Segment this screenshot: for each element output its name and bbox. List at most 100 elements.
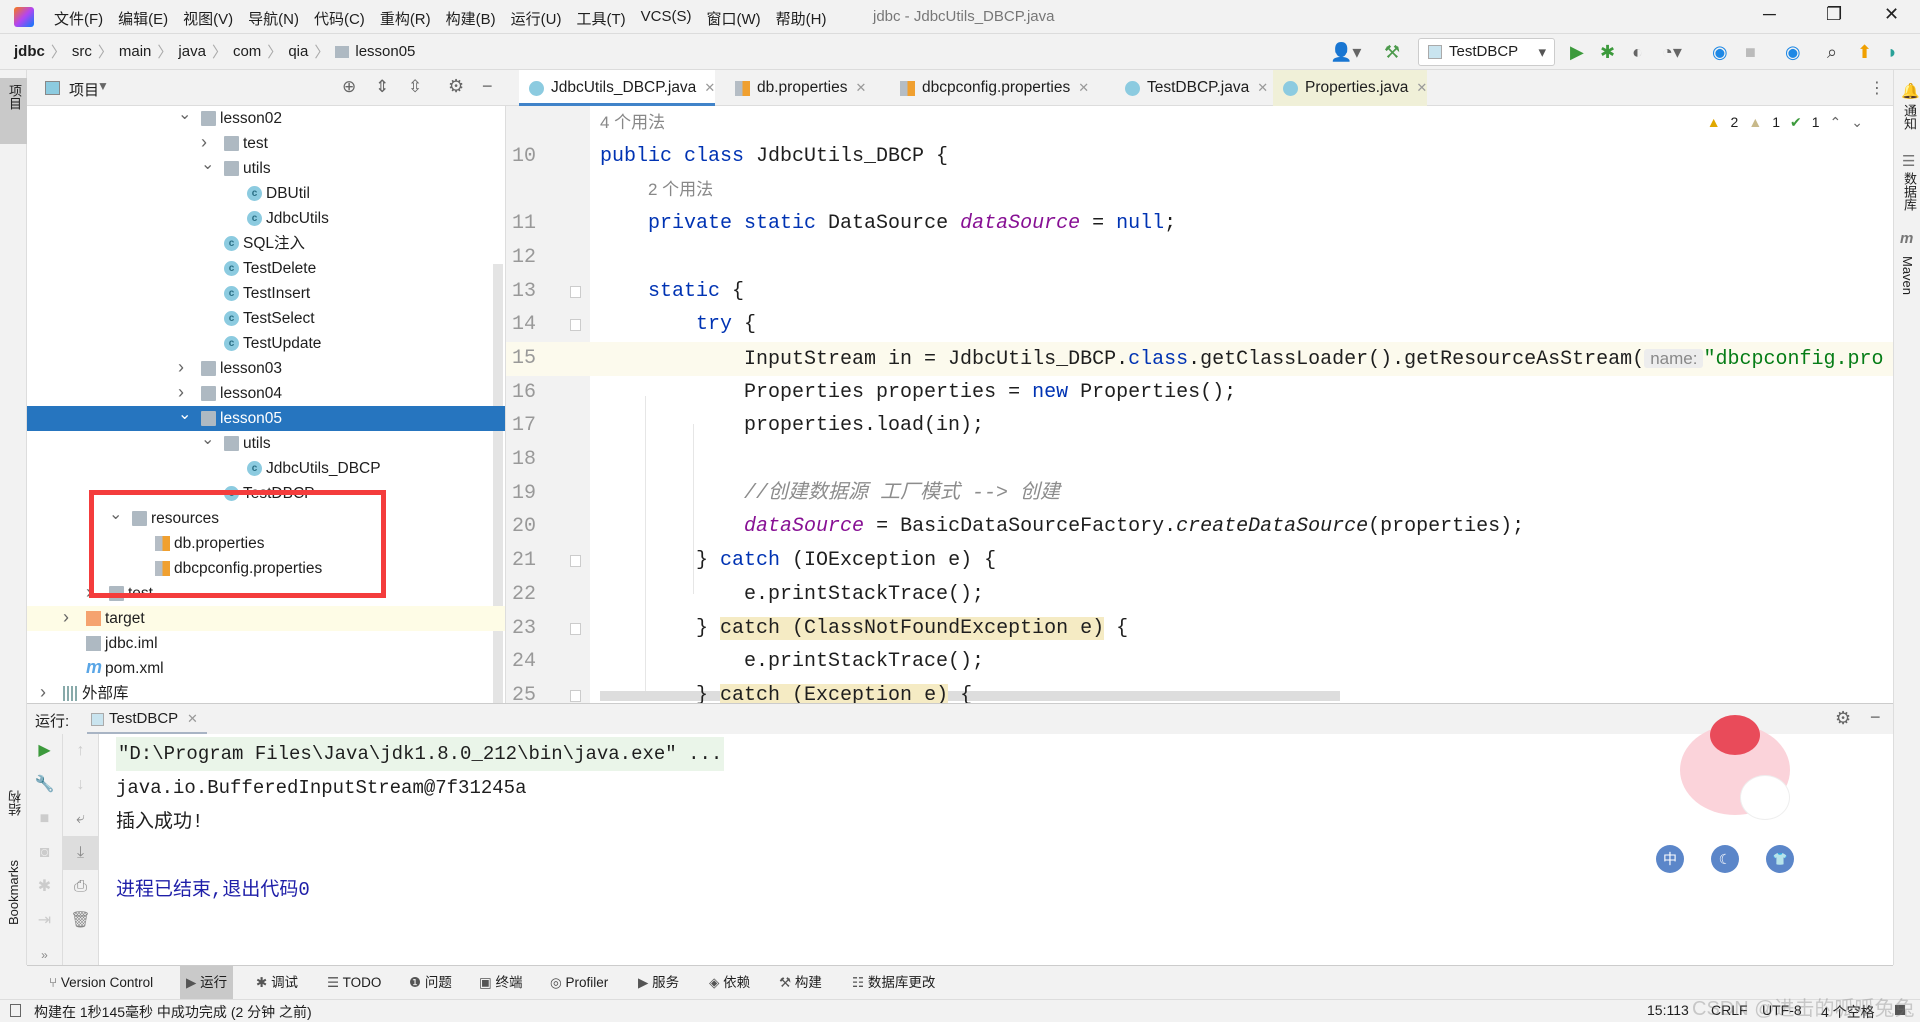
tree-item[interactable]: c TestSelect (27, 306, 505, 331)
scroll-to-end-icon[interactable]: ⤓ (63, 836, 98, 870)
bookmarks-tool-button[interactable]: Bookmarks (6, 860, 21, 925)
menu-item[interactable]: 视图(V) (183, 8, 233, 29)
chevron-down-icon[interactable]: ⌄ (201, 152, 214, 177)
menu-item[interactable]: 运行(U) (511, 8, 562, 29)
rerun-icon[interactable]: ▶ (27, 734, 62, 768)
trash-icon[interactable]: 🗑 (63, 904, 98, 938)
fold-marker-icon[interactable] (570, 689, 581, 702)
code-line[interactable]: 24 e.printStackTrace(); (506, 645, 1893, 679)
hide-panel-icon[interactable]: − (1870, 707, 1881, 728)
chevron-right-icon[interactable]: › (40, 680, 46, 703)
run-console[interactable]: ▶ 🔧 ■ ◙ ✱ ⇥ » ↑ ↓ ⤶ ⤓ ⎙ 🗑 "D:\Program Fi… (27, 734, 1893, 965)
chevron-down-icon[interactable]: ⌄ (178, 402, 191, 427)
tree-item[interactable]: c TestInsert (27, 281, 505, 306)
tree-item[interactable]: c JdbcUtils_DBCP (27, 456, 505, 481)
breadcrumb-item[interactable]: qia (288, 43, 308, 60)
tree-item[interactable]: c TestDelete (27, 256, 505, 281)
menu-item[interactable]: 代码(C) (314, 8, 365, 29)
code-line[interactable]: 17 properties.load(in); (506, 409, 1893, 443)
hide-panel-icon[interactable]: − (482, 76, 493, 97)
tree-item[interactable]: › lesson04 (27, 381, 505, 406)
chevron-right-icon[interactable]: › (63, 605, 69, 630)
menu-item[interactable]: VCS(S) (641, 8, 692, 29)
tree-item[interactable]: ⌄ utils (27, 156, 505, 181)
panel-toggle-icon[interactable] (10, 1004, 21, 1017)
menu-item[interactable]: 帮助(H) (776, 8, 827, 29)
chevron-down-icon[interactable]: ▼ (97, 79, 109, 93)
tree-item[interactable]: › target (27, 605, 505, 631)
tree-item[interactable]: c SQL注入 (27, 231, 505, 256)
bottom-tool-7[interactable]: ▶ 服务 (632, 966, 685, 1000)
tree-item[interactable]: ⌄ lesson05 (27, 406, 505, 431)
tree-item[interactable]: c TestUpdate (27, 331, 505, 356)
code-line[interactable]: 14 try { (506, 308, 1893, 342)
usage-hint-label[interactable]: 2 个用法 (648, 180, 713, 199)
up-arrow-icon[interactable]: ↑ (63, 734, 98, 768)
menu-item[interactable]: 工具(T) (576, 8, 625, 29)
maven-tool-button[interactable]: Maven (1900, 256, 1915, 295)
breadcrumb-item[interactable]: com (233, 43, 261, 60)
tree-item[interactable]: c JdbcUtils (27, 206, 505, 231)
close-icon[interactable]: ✕ (1078, 80, 1089, 95)
tree-item[interactable]: m pom.xml (27, 656, 505, 681)
editor-tab[interactable]: db.properties ✕ (725, 70, 866, 106)
caret-position[interactable]: 15:113 (1647, 1002, 1689, 1018)
tree-item[interactable]: ⌄ lesson02 (27, 106, 505, 131)
gear-icon[interactable]: ⚙ (448, 76, 464, 97)
stop-icon[interactable]: ■ (1745, 42, 1756, 63)
code-line[interactable]: 13 static { (506, 275, 1893, 309)
bottom-tool-0[interactable]: ⑂ Version Control (43, 966, 159, 1000)
breadcrumb-item[interactable]: src (72, 43, 92, 60)
fold-marker-icon[interactable] (570, 319, 581, 332)
notifications-tool-button[interactable]: 通知 (1900, 104, 1919, 130)
soft-wrap-icon[interactable]: ⤶ (63, 802, 98, 836)
editor-tab[interactable]: dbcpconfig.properties ✕ (890, 70, 1089, 106)
debug-gear-icon[interactable]: ✱ (27, 870, 62, 904)
code-editor[interactable]: ▲ 2 ▲ 1 ✔ 1 ⌃ ⌄ 4 个用法 10 public class JdbcUti… (506, 106, 1893, 703)
print-icon[interactable]: ⎙ (63, 870, 98, 904)
usage-hint-label[interactable]: 4 个用法 (600, 113, 665, 132)
breadcrumb-item[interactable]: jdbc (14, 43, 45, 60)
bottom-tool-2[interactable]: ✱ 调试 (250, 966, 304, 1000)
user-icon[interactable]: 👤▾ (1330, 42, 1361, 63)
code-line[interactable]: 23 } catch (ClassNotFoundException e) { (506, 612, 1893, 646)
code-line[interactable]: 25 } catch (Exception e) { (506, 679, 1893, 703)
menu-item[interactable]: 构建(B) (446, 8, 496, 29)
search-icon[interactable]: ⌕ (1827, 42, 1837, 63)
expand-all-icon[interactable]: ⇕ (375, 77, 389, 97)
breadcrumb-item[interactable]: lesson05 (355, 43, 415, 60)
bottom-tool-3[interactable]: ☰ TODO (321, 966, 387, 1000)
code-line[interactable]: 19 //创建数据源 工厂模式 --> 创建 (506, 477, 1893, 511)
plugin-icon[interactable]: ◗ (1887, 42, 1898, 63)
close-icon[interactable]: ✕ (855, 80, 866, 95)
bottom-tool-9[interactable]: ⚒ 构建 (773, 966, 828, 1000)
chevron-down-icon[interactable]: ⌄ (201, 427, 214, 452)
code-line[interactable]: 16 Properties properties = new Propertie… (506, 376, 1893, 410)
code-line[interactable]: 15 InputStream in = JdbcUtils_DBCP.class… (506, 341, 1893, 376)
fold-marker-icon[interactable] (570, 622, 581, 635)
code-line[interactable]: 22 e.printStackTrace(); (506, 578, 1893, 612)
close-icon[interactable]: ✕ (1257, 80, 1268, 95)
code-line[interactable]: 18 (506, 443, 1893, 477)
run-config-select[interactable]: TestDBCP ▾ (1418, 38, 1555, 66)
menu-item[interactable]: 导航(N) (248, 8, 299, 29)
build-hammer-icon[interactable]: ⚒ (1384, 42, 1400, 63)
menu-item[interactable]: 文件(F) (54, 8, 103, 29)
app-logo-icon[interactable] (14, 7, 34, 27)
profile-icon[interactable]: ◔▾ (1662, 42, 1682, 63)
tree-item[interactable]: › test (27, 131, 505, 156)
bottom-tool-8[interactable]: ◈ 依赖 (703, 966, 756, 1000)
menu-item[interactable]: 窗口(W) (706, 8, 760, 29)
database-tool-button[interactable]: 数据库 (1900, 172, 1919, 211)
run-icon[interactable]: ▶ (1570, 42, 1584, 63)
tree-item[interactable]: ⌄ utils (27, 431, 505, 456)
code-line[interactable]: 20 dataSource = BasicDataSourceFactory.c… (506, 510, 1893, 544)
wrench-icon[interactable]: 🔧 (27, 768, 62, 802)
gauge-icon[interactable]: ◉ (1712, 42, 1728, 63)
more-tabs-icon[interactable]: ⋮ (1869, 78, 1885, 98)
update-icon[interactable]: ⬆ (1857, 42, 1872, 63)
exit-icon[interactable]: ⇥ (27, 904, 62, 938)
project-view-select[interactable]: 项目 (69, 79, 99, 100)
bottom-tool-6[interactable]: ◎ Profiler (544, 966, 614, 1000)
tree-item[interactable]: c DBUtil (27, 181, 505, 206)
